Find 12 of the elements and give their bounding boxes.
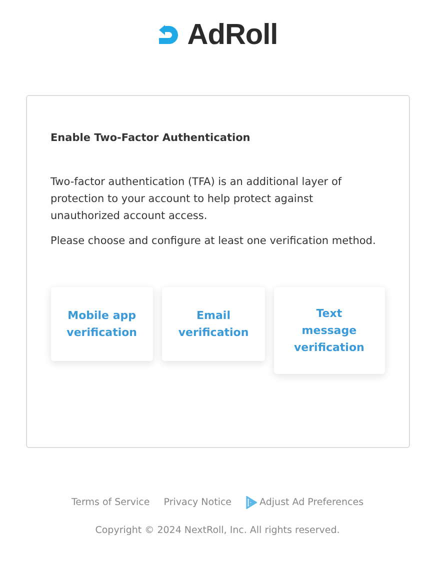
logo-text: AdRoll (187, 18, 278, 52)
footer-link[interactable]: Terms of Service (71, 497, 150, 508)
card-heading: Enable Two-Factor Authentication (50, 132, 252, 144)
footer-link[interactable]: Adjust Ad Preferences (246, 496, 364, 509)
adchoices-icon (246, 496, 257, 509)
copyright-text: Copyright © 2024 NextRoll, Inc. All rights reserved. (95, 525, 340, 536)
verification-method-button[interactable]: Email verification (162, 287, 265, 361)
description-text: Please choose and configure at least one verification method. (50, 234, 377, 249)
verification-method-button[interactable]: Text message verification (274, 287, 385, 374)
verification-method-button[interactable]: Mobile app verification (50, 287, 154, 361)
footer-link[interactable]: Privacy Notice (164, 497, 232, 508)
description-text: Two-factor authentication (TFA) is an additional layer of protection to your account to help protect against unauthorized account access. (50, 175, 343, 224)
